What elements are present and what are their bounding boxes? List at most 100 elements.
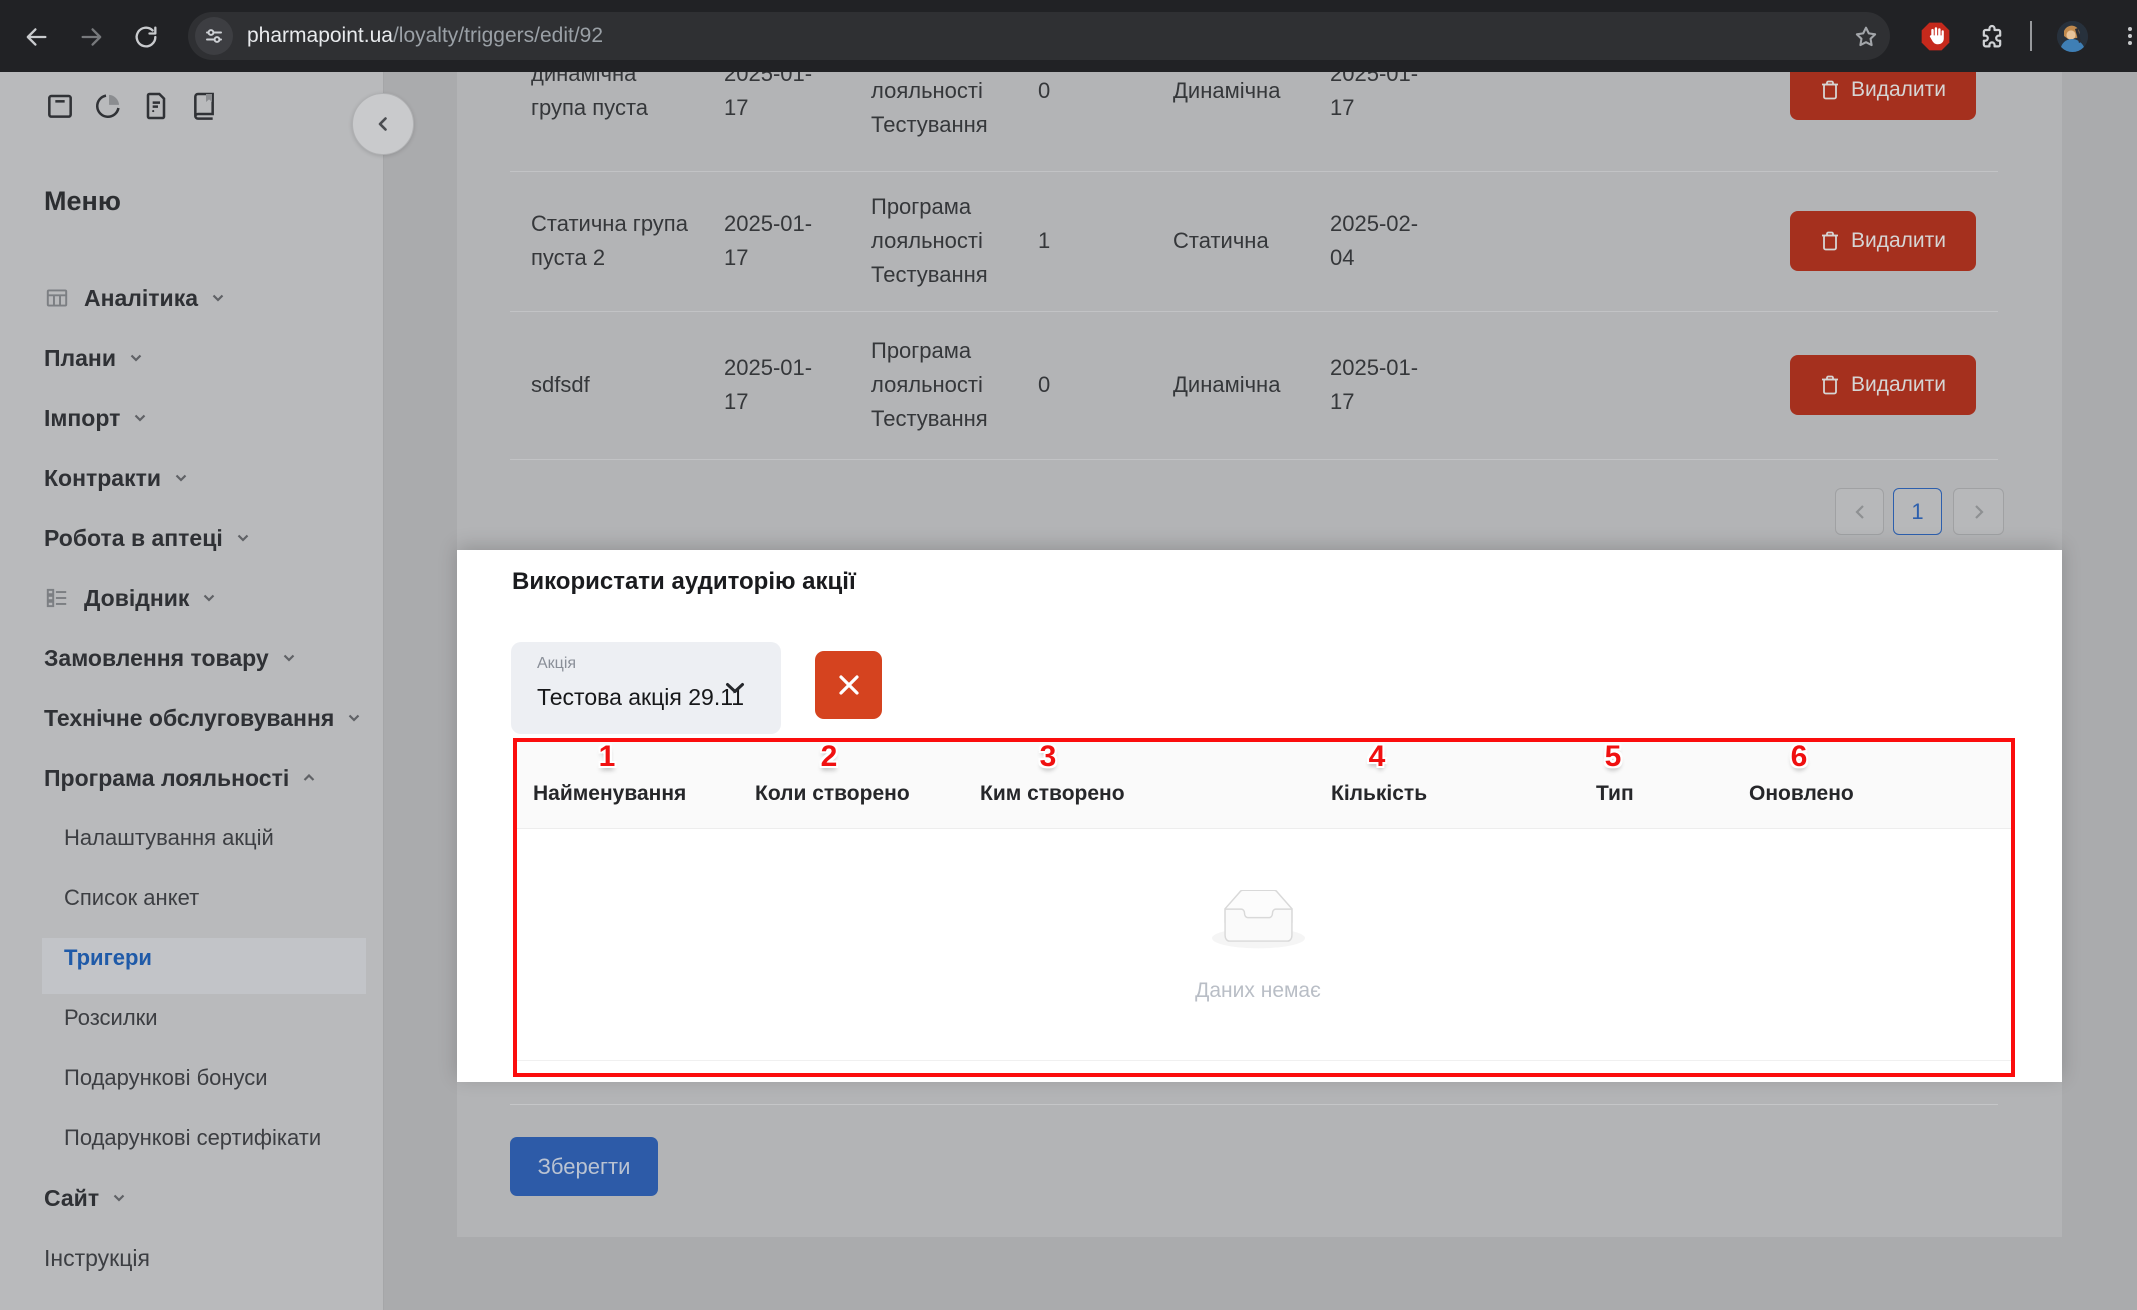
modal-title: Використати аудиторію акції: [512, 568, 856, 595]
sidebar-item-rozsylky[interactable]: Розсилки: [64, 998, 158, 1038]
trigger-name: sdfsdf: [531, 372, 590, 397]
sidebar-item-prohrama-loialnosti[interactable]: Програма лояльності: [44, 758, 315, 798]
delete-button-label: Видалити: [1850, 229, 1946, 252]
browser-menu-icon[interactable]: [2118, 24, 2137, 48]
toolbar-divider: [2030, 21, 2032, 51]
chevron-left-icon: [378, 117, 387, 131]
table-row: Статична група пуста 2 2025-01-17 Програ…: [457, 171, 1998, 311]
sidebar-item-spysok-anket[interactable]: Список анкет: [64, 878, 199, 918]
delete-button[interactable]: Видалити: [1790, 72, 1976, 120]
column-header: Оновлено: [1749, 782, 1854, 805]
sidebar-item-label: Список анкет: [64, 885, 200, 910]
promo-select[interactable]: Акція Тестова акція 29.11: [511, 642, 781, 734]
bookmark-star-icon[interactable]: [1852, 23, 1880, 51]
sidebar-item-label: Сайт: [44, 1184, 100, 1211]
sidebar-item-instruktsiia[interactable]: Інструкція: [44, 1238, 150, 1278]
table-grid-icon: [46, 289, 68, 307]
annotation-number: 4: [1368, 740, 1386, 773]
chevron-down-icon: [348, 714, 360, 722]
annotation-number: 1: [598, 740, 616, 773]
pagination-page-1[interactable]: 1: [1893, 488, 1942, 535]
annotation-number: 5: [1604, 740, 1622, 773]
chevron-down-icon: [726, 683, 744, 693]
sidebar-item-kontrakty[interactable]: Контракти: [44, 458, 187, 498]
chevron-left-icon: [1854, 504, 1864, 519]
delete-button-label: Видалити: [1850, 78, 1946, 101]
reload-icon[interactable]: [132, 23, 160, 51]
document-icon[interactable]: [140, 90, 172, 122]
updated-date: 2025-02-04: [1330, 211, 1419, 270]
table-header-row: 1 2 3 4 5 6 Найменування Коли створено К…: [517, 740, 2011, 829]
delete-button[interactable]: Видалити: [1790, 211, 1976, 271]
sidebar-item-label: Робота в аптеці: [44, 524, 223, 551]
chevron-up-icon: [303, 774, 315, 781]
type-value: Статична: [1173, 228, 1269, 253]
annotation-number: 2: [820, 740, 838, 773]
created-date: 2025-01-17: [724, 72, 813, 120]
sidebar-item-label: Контракти: [44, 464, 161, 491]
program-name: Програма лояльності Тестування: [871, 338, 988, 431]
use-audience-modal: Використати аудиторію акції Акція Тестов…: [457, 550, 2062, 1082]
updated-date: 2025-01-17: [1330, 72, 1419, 120]
annotation-number: 6: [1790, 740, 1808, 773]
pagination-prev-button[interactable]: [1835, 488, 1884, 535]
sidebar-item-robota-v-aptetsi[interactable]: Робота в аптеці: [44, 518, 249, 558]
sidebar-item-podarunkovi-sertyfikaty[interactable]: Подарункові сертифікати: [64, 1118, 321, 1158]
sidebar-item-label: Замовлення товару: [44, 644, 269, 671]
pagination-next-button[interactable]: [1953, 488, 2004, 535]
close-icon: [838, 675, 859, 695]
select-label: Акція: [537, 655, 577, 672]
site-settings-icon[interactable]: [195, 17, 233, 55]
adblock-extension-icon[interactable]: [1920, 21, 1951, 52]
save-button-label: Зберегти: [537, 1153, 631, 1179]
sidebar-item-plany[interactable]: Плани: [44, 338, 142, 378]
forward-icon[interactable]: [78, 23, 106, 51]
sidebar-item-tryhery[interactable]: Тригери: [64, 938, 152, 978]
trigger-name: динамічна група пуста: [531, 72, 649, 120]
program-name: Програма лояльності Тестування: [871, 77, 988, 137]
extensions-puzzle-icon[interactable]: [1978, 23, 2006, 51]
address-bar[interactable]: pharmapoint.ua/loyalty/triggers/edit/92: [188, 12, 1890, 60]
page-number: 1: [1911, 498, 1924, 524]
created-date: 2025-01-17: [724, 355, 813, 414]
annotation-number: 3: [1039, 740, 1057, 773]
empty-state-text: Даних немає: [1195, 979, 1321, 1002]
archive-box-icon[interactable]: [44, 90, 76, 122]
sidebar-item-tekhnichne-obsluhovuvannia[interactable]: Технічне обслуговування: [44, 698, 360, 738]
sidebar-item-nalashtuvannia-aktsii[interactable]: Налаштування акцій: [64, 818, 274, 858]
empty-state: Даних немає: [1108, 889, 1408, 1003]
trash-icon: [1821, 231, 1838, 251]
chevron-down-icon: [237, 534, 249, 542]
column-header: Ким створено: [980, 782, 1125, 805]
audience-table-annotated: 1 2 3 4 5 6 Найменування Коли створено К…: [513, 738, 2015, 1077]
save-button[interactable]: Зберегти: [510, 1137, 658, 1196]
delete-button[interactable]: Видалити: [1790, 355, 1976, 415]
menu-title: Меню: [44, 186, 121, 216]
sidebar-item-sait[interactable]: Сайт: [44, 1178, 125, 1218]
chevron-down-icon: [175, 474, 187, 482]
trash-icon: [1821, 80, 1838, 100]
type-value: Динамічна: [1173, 372, 1281, 397]
sidebar-item-zamovlennia-tovaru[interactable]: Замовлення товару: [44, 638, 295, 678]
profile-avatar[interactable]: [2057, 21, 2088, 52]
sidebar-item-dovidnyk[interactable]: Довідник: [44, 578, 215, 618]
sidebar-collapse-button[interactable]: [352, 93, 414, 155]
back-icon[interactable]: [22, 23, 50, 51]
sidebar-item-analitika[interactable]: Аналітика: [44, 278, 224, 318]
sidebar-item-label: Подарункові бонуси: [64, 1065, 268, 1090]
sidebar-item-label: Подарункові сертифікати: [64, 1125, 322, 1150]
sidebar-item-label: Програма лояльності: [44, 764, 290, 791]
row-divider: [510, 459, 1998, 460]
delete-button-label: Видалити: [1850, 373, 1946, 396]
book-icon[interactable]: [188, 90, 220, 122]
sidebar-item-podarunkovi-bonusy[interactable]: Подарункові бонуси: [64, 1058, 268, 1098]
url-path: /loyalty/triggers/edit/92: [392, 24, 604, 47]
pie-chart-icon[interactable]: [92, 90, 124, 122]
type-value: Динамічна: [1173, 77, 1281, 103]
column-header: Коли створено: [755, 782, 910, 805]
sidebar-item-import[interactable]: Імпорт: [44, 398, 146, 438]
clear-selection-button[interactable]: [815, 651, 882, 719]
sidebar: Меню Аналітика Плани Імпорт Контракти Ро…: [0, 72, 384, 1310]
sidebar-item-label: Довідник: [84, 584, 190, 611]
list-layout-icon: [46, 588, 67, 608]
